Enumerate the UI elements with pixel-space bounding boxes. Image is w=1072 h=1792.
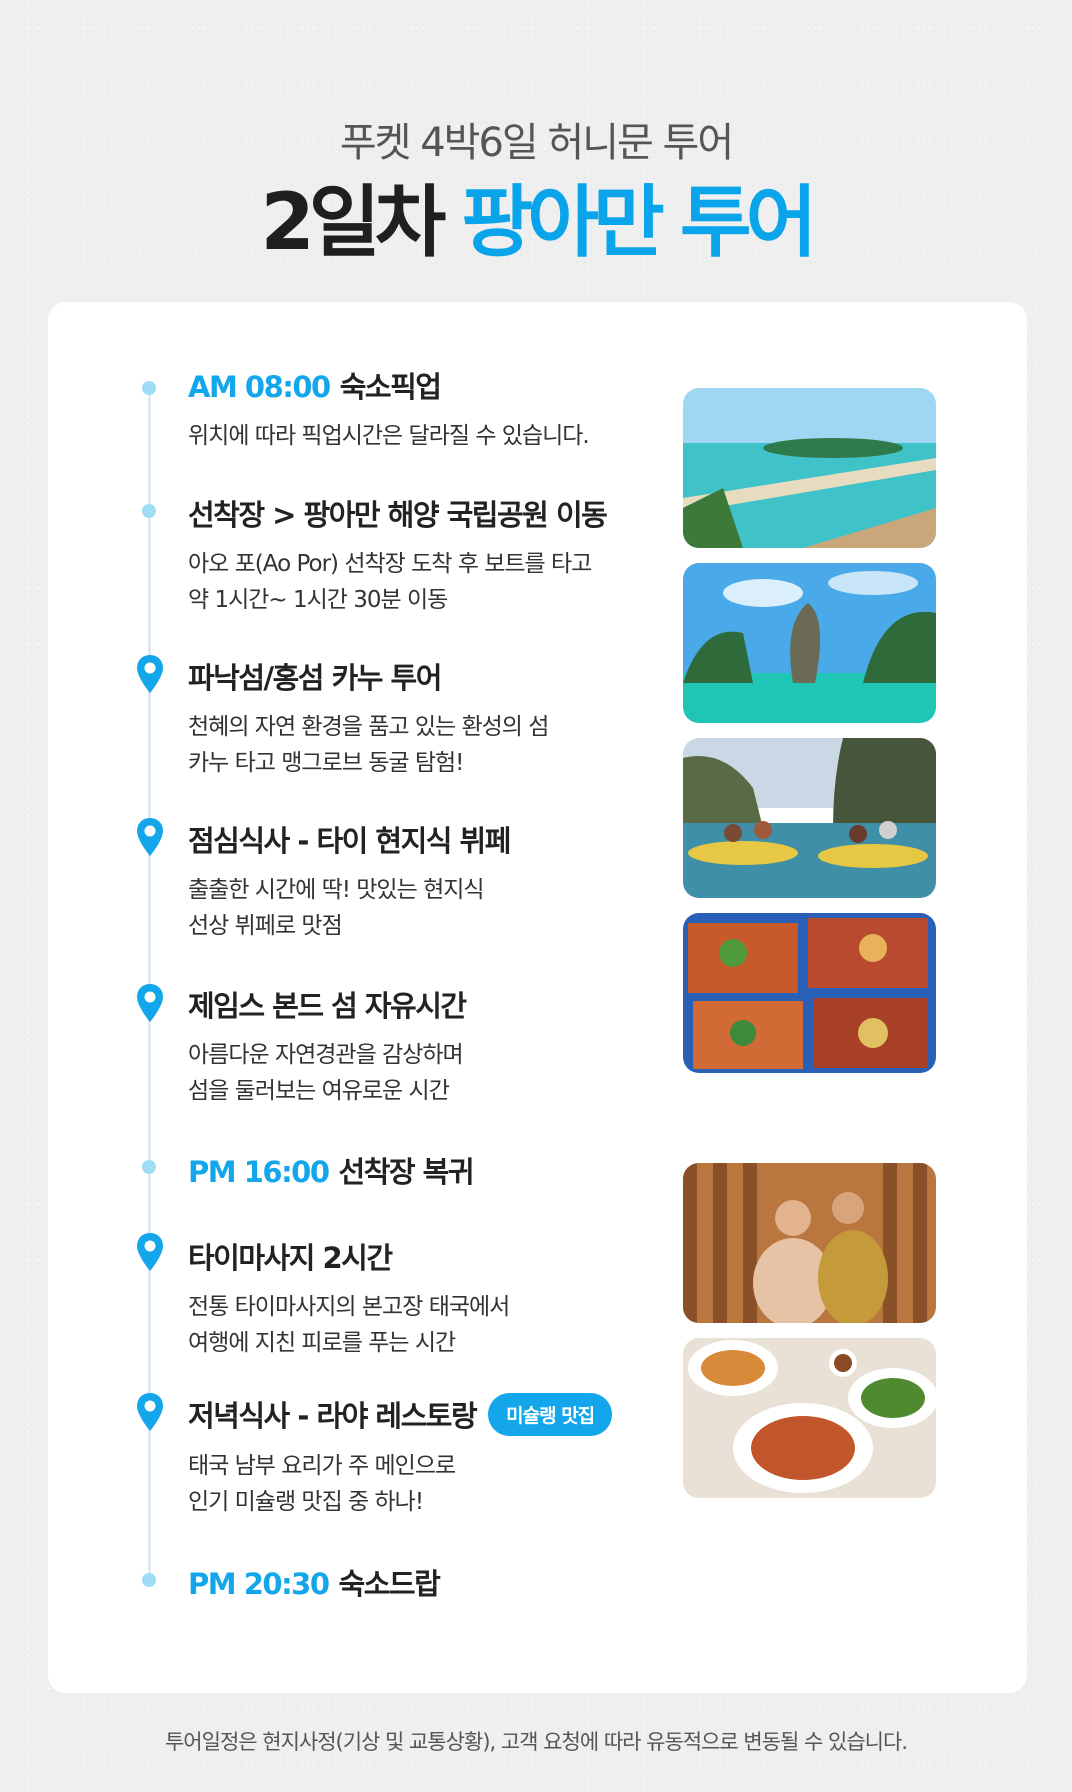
footer-note: 투어일정은 현지사정(기상 및 교통상황), 고객 요청에 따라 유동적으로 변… (164, 1730, 908, 1754)
itinerary-item-dinner: 저녁식사 - 라야 레스토랑 미슐랭 맛집 태국 남부 요리가 주 메인으로 인기… (188, 1393, 613, 1520)
item-title: 점심식사 - 타이 현지식 뷔페 (188, 824, 511, 858)
item-desc-line: 인기 미슐랭 맛집 중 하나! (188, 1489, 424, 1515)
location-pin-icon (137, 984, 163, 1022)
item-desc-line: 아름다운 자연경관을 감상하며 (188, 1042, 464, 1068)
item-title: 타이마사지 2시간 (188, 1241, 393, 1275)
item-desc-line: 위치에 따라 픽업시간은 달라질 수 있습니다. (188, 423, 590, 449)
location-pin-icon (137, 1393, 163, 1431)
timeline-dot (142, 381, 156, 395)
item-time: PM 16:00 (188, 1155, 330, 1189)
itinerary-item-transfer: 선착장 > 팡아만 해양 국립공원 이동 아오 포(Ao Por) 선착장 도착… (188, 492, 608, 618)
item-desc-line: 천혜의 자연 환경을 품고 있는 환성의 섬 (188, 714, 549, 740)
title-tour: 팡아만 투어 (461, 178, 817, 268)
itinerary-item-massage: 타이마사지 2시간 전통 타이마사지의 본고장 태국에서 여행에 지친 피로를 … (188, 1235, 510, 1361)
item-title: 숙소픽업 (339, 370, 442, 404)
item-desc-line: 약 1시간~ 1시간 30분 이동 (188, 587, 448, 613)
photo-buffet (683, 913, 936, 1073)
page-subtitle: 푸켓 4박6일 허니문 투어 (339, 120, 734, 166)
item-title: 선착장 복귀 (338, 1155, 475, 1189)
item-title: 파낙섬/홍섬 카누 투어 (188, 661, 442, 695)
page-title: 2일차 팡아만 투어 (0, 184, 1072, 262)
photo-james-bond-island (683, 563, 936, 723)
photo-canoe (683, 738, 936, 898)
photo-thai-massage (683, 1163, 936, 1323)
item-title: 숙소드랍 (338, 1567, 441, 1601)
photo-pier (683, 388, 936, 548)
page-header: 푸켓 4박6일 허니문 투어 2일차 팡아만 투어 (0, 110, 1072, 262)
itinerary-item-return: PM 16:00 선착장 복귀 (188, 1149, 475, 1191)
timeline-dot (142, 1573, 156, 1587)
timeline-dot (142, 504, 156, 518)
item-time: AM 08:00 (188, 370, 331, 404)
timeline-dot (142, 1160, 156, 1174)
item-title: 선착장 > 팡아만 해양 국립공원 이동 (188, 498, 608, 532)
item-desc-line: 태국 남부 요리가 주 메인으로 (188, 1453, 456, 1479)
item-desc-line: 아오 포(Ao Por) 선착장 도착 후 보트를 타고 (188, 551, 592, 577)
item-desc-line: 전통 타이마사지의 본고장 태국에서 (188, 1294, 510, 1320)
itinerary-item-lunch: 점심식사 - 타이 현지식 뷔페 출출한 시간에 딱! 맛있는 현지식 선상 뷔… (188, 818, 511, 944)
michelin-badge: 미슐랭 맛집 (488, 1393, 613, 1436)
item-desc-line: 섬을 둘러보는 여유로운 시간 (188, 1078, 450, 1104)
itinerary-item-dropoff: PM 20:30 숙소드랍 (188, 1561, 441, 1603)
location-pin-icon (137, 655, 163, 693)
title-day: 2일차 (260, 178, 447, 268)
item-title: 저녁식사 - 라야 레스토랑 (188, 1399, 478, 1433)
item-desc-line: 선상 뷔페로 맛점 (188, 913, 343, 939)
photo-dinner (683, 1338, 936, 1498)
item-desc-line: 여행에 지친 피로를 푸는 시간 (188, 1330, 456, 1356)
item-desc-line: 카누 타고 맹그로브 동굴 탐험! (188, 750, 464, 776)
item-title: 제임스 본드 섬 자유시간 (188, 989, 467, 1023)
item-desc-line: 출출한 시간에 딱! 맛있는 현지식 (188, 877, 485, 903)
itinerary-item-canoe: 파낙섬/홍섬 카누 투어 천혜의 자연 환경을 품고 있는 환성의 섬 카누 타… (188, 655, 549, 781)
location-pin-icon (137, 1233, 163, 1271)
itinerary-item-pickup: AM 08:00 숙소픽업 위치에 따라 픽업시간은 달라질 수 있습니다. (188, 364, 590, 454)
location-pin-icon (137, 818, 163, 856)
itinerary-item-james-bond: 제임스 본드 섬 자유시간 아름다운 자연경관을 감상하며 섬을 둘러보는 여유… (188, 983, 467, 1109)
item-time: PM 20:30 (188, 1567, 330, 1601)
